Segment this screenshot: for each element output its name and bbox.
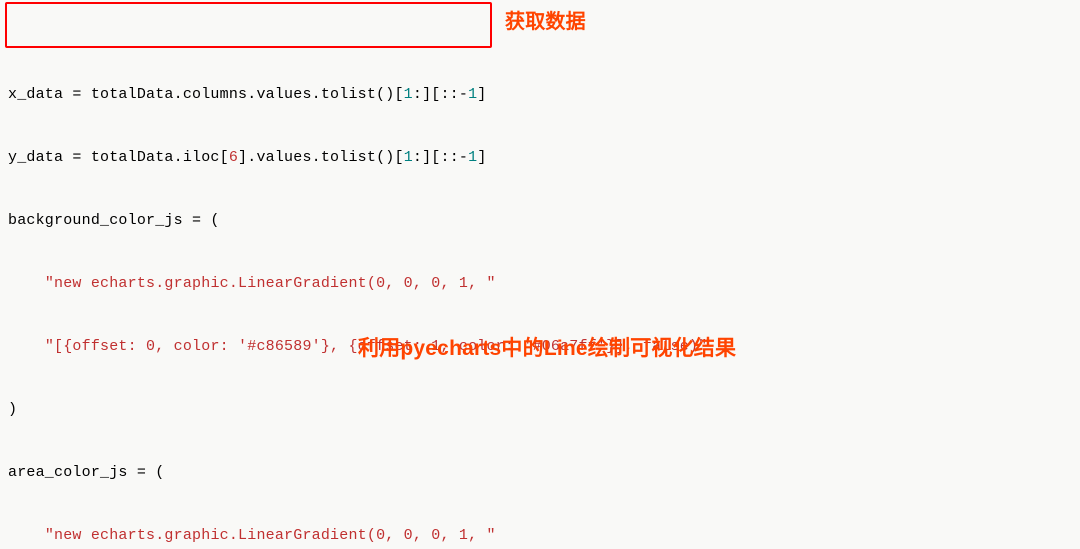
code-text: x_data = totalData.columns.values.tolist…	[8, 86, 404, 103]
annotation-pyecharts: 利用pyecharts中的Line绘制可视化结果	[358, 338, 736, 359]
annotation-get-data: 获取数据	[505, 12, 586, 33]
highlight-box	[5, 2, 492, 48]
code-block: x_data = totalData.columns.values.tolist…	[0, 0, 1080, 549]
